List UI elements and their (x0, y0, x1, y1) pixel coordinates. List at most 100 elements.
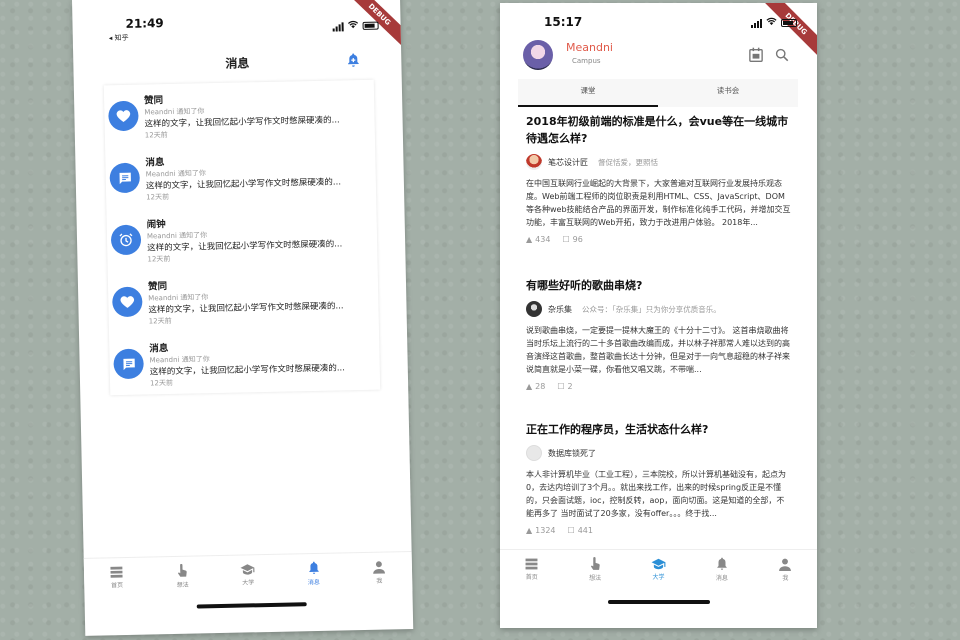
search-button[interactable] (775, 47, 791, 63)
add-alert-button[interactable] (345, 52, 361, 68)
nav-label: 我 (376, 577, 383, 585)
author-name: 数据库锁死了 (548, 448, 596, 458)
nav-label: 首页 (110, 582, 124, 590)
author-name: 杂乐集 (548, 304, 572, 314)
card-stats: ▲ 434 ☐ 96 (526, 235, 792, 244)
upvote-icon: ▲ (526, 235, 533, 244)
status-icons (751, 17, 797, 29)
message-list: 赞同 Meandni 通知了你 这样的文字，让我回忆起小学写作文时憋屎硬凑的..… (103, 79, 381, 396)
card-author[interactable]: 笔芯设计匠 督促恬爱，更照恬 (526, 153, 792, 171)
nav-item-university[interactable]: 大学 (215, 555, 281, 595)
card-title[interactable]: 2018年初级前端的标准是什么，会vue等在一线城市待遇怎么样? (526, 113, 792, 147)
nav-item-home[interactable]: 首页 (84, 558, 150, 598)
nav-item-ideas[interactable]: 想法 (149, 556, 215, 596)
comment-icon: ☐ (567, 526, 575, 535)
battery-icon (362, 21, 379, 30)
comment-button[interactable]: ☐ 2 (557, 382, 572, 391)
message-date: 12天前 (149, 378, 174, 388)
touch-icon (591, 557, 600, 570)
upvote-count: 1324 (535, 526, 556, 535)
alarm-icon (110, 224, 142, 256)
school-icon (240, 564, 255, 575)
comment-button[interactable]: ☐ 96 (562, 235, 582, 244)
card-excerpt: 在中国互联网行业崛起的大背景下，大家普遍对互联网行业发展持乐观态度。Web前端工… (526, 179, 791, 227)
home-indicator (608, 600, 710, 604)
wifi-icon (347, 20, 359, 32)
profile-avatar[interactable] (523, 40, 553, 70)
bottom-nav: 首页 想法 大学 消息 我 (500, 549, 817, 589)
card-author[interactable]: 数据库锁死了 (526, 444, 792, 462)
comment-button[interactable]: ☐ 441 (568, 526, 593, 535)
card-title[interactable]: 有哪些好听的歌曲串烧? (526, 277, 792, 294)
tab-classroom[interactable]: 课堂 (518, 79, 658, 107)
nav-label: 大学 (242, 579, 255, 587)
nav-item-me[interactable]: 我 (346, 552, 412, 592)
message-date: 12天前 (147, 254, 171, 264)
list-icon (110, 566, 123, 578)
heart-icon (112, 286, 143, 318)
feed-card[interactable]: 正在工作的程序员，生活状态什么样? 数据库锁死了 本人非计算机毕业（工业工程），… (526, 421, 792, 535)
feed-card[interactable]: 2018年初级前端的标准是什么，会vue等在一线城市待遇怎么样? 笔芯设计匠 督… (526, 113, 792, 244)
bell-icon (717, 557, 727, 570)
message-title: 消息 (149, 343, 169, 355)
message-item[interactable]: 消息 Meandni 通知了你 这样的文字，让我回忆起小学写作文时憋屎硬凑的..… (109, 328, 380, 396)
left-phone-screen: DEBUG 21:49 ◂ 知乎 消息 赞同 Meandni 通知了你 这样的文… (72, 0, 414, 636)
person-icon (373, 560, 386, 574)
message-item[interactable]: 赞同 Meandni 通知了你 这样的文字，让我回忆起小学写作文时憋屎硬凑的..… (104, 80, 375, 148)
nav-label: 大学 (652, 574, 665, 581)
card-stats: ▲ 1324 ☐ 441 (526, 526, 792, 535)
message-date: 12天前 (144, 131, 168, 140)
author-avatar (526, 154, 542, 170)
upvote-count: 28 (535, 382, 546, 391)
profile-subtitle: Campus (572, 57, 601, 65)
nav-label: 想法 (589, 575, 602, 582)
wifi-icon (766, 17, 777, 29)
nav-item-messages[interactable]: 消息 (690, 550, 753, 589)
signal-icon (751, 18, 762, 28)
add-alert-icon (348, 53, 359, 67)
message-date: 12天前 (148, 316, 172, 326)
calendar-button[interactable] (749, 47, 765, 63)
nav-label: 首页 (525, 574, 538, 581)
nav-item-home[interactable]: 首页 (500, 550, 563, 589)
nav-item-messages[interactable]: 消息 (280, 553, 346, 593)
upvote-icon: ▲ (526, 382, 533, 391)
comment-count: 441 (577, 526, 593, 535)
card-stats: ▲ 28 ☐ 2 (526, 382, 792, 391)
message-date: 12天前 (146, 193, 170, 202)
feed-card[interactable]: 有哪些好听的歌曲串烧? 杂乐集 公众号：「杂乐集」只为你分享优质音乐。 说到歌曲… (526, 277, 792, 391)
message-icon (113, 348, 144, 380)
upvote-icon: ▲ (526, 526, 533, 535)
author-name: 笔芯设计匠 (548, 157, 588, 167)
school-icon (651, 558, 666, 570)
card-title[interactable]: 正在工作的程序员，生活状态什么样? (526, 421, 792, 438)
back-to-app-link[interactable]: ◂ 知乎 (109, 33, 129, 43)
message-item[interactable]: 消息 Meandni 通知了你 这样的文字，让我回忆起小学写作文时憋屎硬凑的..… (105, 142, 376, 210)
upvote-count: 434 (535, 235, 551, 244)
status-time: 21:49 (125, 16, 164, 31)
author-bio: 督促恬爱，更照恬 (598, 157, 658, 167)
message-item[interactable]: 闹钟 Meandni 通知了你 这样的文字，让我回忆起小学写作文时憋屎硬凑的..… (106, 204, 377, 272)
upvote-button[interactable]: ▲ 28 (526, 382, 545, 391)
message-item[interactable]: 赞同 Meandni 通知了你 这样的文字，让我回忆起小学写作文时憋屎硬凑的..… (108, 266, 379, 334)
bell-icon (308, 561, 319, 574)
right-phone-screen: DEBUG 15:17 Meandni Campus 课堂 读书会 2018年初… (500, 3, 817, 628)
status-icons (332, 20, 379, 33)
comment-icon: ☐ (562, 235, 570, 244)
nav-item-university[interactable]: 大学 (627, 550, 690, 589)
message-title: 闹钟 (146, 219, 166, 231)
nav-item-me[interactable]: 我 (754, 550, 817, 589)
nav-label: 想法 (176, 581, 189, 589)
heart-icon (108, 100, 139, 132)
card-excerpt: 说到歌曲串烧，一定要提一提林大魔王的《十分十二寸》。 这首串烧歌曲将当时乐坛上流… (526, 326, 790, 374)
battery-icon (781, 19, 797, 27)
calendar-icon (749, 47, 763, 62)
nav-item-ideas[interactable]: 想法 (563, 550, 626, 589)
message-icon (109, 162, 141, 194)
card-author[interactable]: 杂乐集 公众号：「杂乐集」只为你分享优质音乐。 (526, 300, 792, 318)
tab-book-club[interactable]: 读书会 (658, 79, 798, 107)
upvote-button[interactable]: ▲ 434 (526, 235, 550, 244)
comment-count: 2 (567, 382, 573, 391)
upvote-button[interactable]: ▲ 1324 (526, 526, 556, 535)
signal-icon (332, 21, 344, 32)
